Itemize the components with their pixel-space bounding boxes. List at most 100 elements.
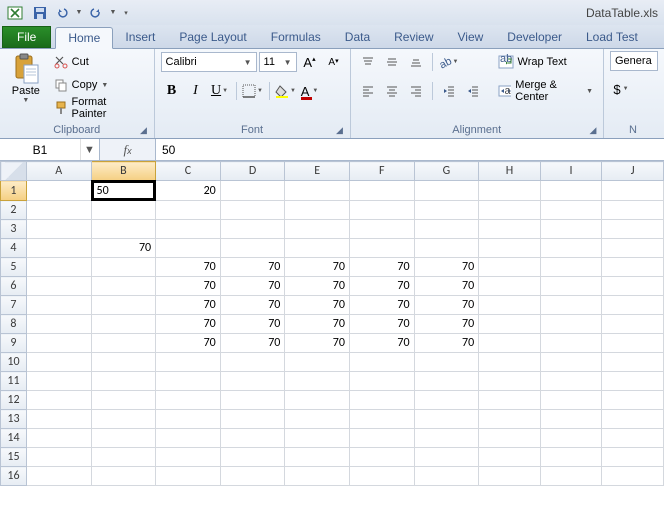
redo-dropdown[interactable]: ▼	[108, 3, 118, 23]
cell[interactable]: 70	[91, 239, 156, 258]
cell[interactable]: 70	[220, 277, 285, 296]
cell[interactable]	[285, 448, 350, 467]
cell[interactable]	[220, 429, 285, 448]
cell[interactable]: 70	[220, 258, 285, 277]
cell[interactable]	[479, 410, 541, 429]
cell[interactable]: 70	[285, 315, 350, 334]
cell[interactable]	[540, 410, 602, 429]
cell[interactable]	[349, 410, 414, 429]
row-header[interactable]: 5	[1, 258, 27, 277]
cell[interactable]	[602, 372, 664, 391]
align-left-button[interactable]	[357, 80, 379, 102]
cell[interactable]	[220, 220, 285, 239]
cell[interactable]	[540, 296, 602, 315]
cell[interactable]	[285, 353, 350, 372]
tab-page-layout[interactable]: Page Layout	[167, 26, 258, 48]
cell[interactable]	[540, 277, 602, 296]
cell[interactable]	[156, 467, 221, 486]
decrease-indent-button[interactable]	[438, 80, 460, 102]
cell[interactable]	[540, 467, 602, 486]
cell[interactable]	[91, 201, 156, 220]
align-middle-button[interactable]	[381, 51, 403, 73]
cell[interactable]	[220, 410, 285, 429]
cell[interactable]: 70	[220, 334, 285, 353]
column-header[interactable]: A	[26, 162, 91, 181]
cell[interactable]	[26, 258, 91, 277]
column-header[interactable]: H	[479, 162, 541, 181]
cell[interactable]	[26, 315, 91, 334]
cell[interactable]	[91, 391, 156, 410]
column-header[interactable]: G	[414, 162, 479, 181]
cell[interactable]	[91, 277, 156, 296]
cell[interactable]	[156, 448, 221, 467]
cell[interactable]	[540, 239, 602, 258]
cell[interactable]	[602, 410, 664, 429]
tab-data[interactable]: Data	[333, 26, 382, 48]
row-header[interactable]: 4	[1, 239, 27, 258]
cut-button[interactable]: Cut	[50, 51, 148, 73]
cell[interactable]: 70	[414, 258, 479, 277]
clipboard-dialog-launcher[interactable]: ◢	[138, 125, 150, 137]
row-header[interactable]: 10	[1, 353, 27, 372]
cell[interactable]	[91, 258, 156, 277]
cell[interactable]	[479, 258, 541, 277]
wrap-text-button[interactable]: ab Wrap Text	[494, 51, 597, 73]
cell[interactable]	[349, 448, 414, 467]
cell[interactable]	[602, 239, 664, 258]
grow-font-button[interactable]: A▴	[299, 51, 321, 73]
cell[interactable]	[156, 372, 221, 391]
tab-view[interactable]: View	[446, 26, 496, 48]
cell[interactable]	[602, 201, 664, 220]
cell[interactable]	[540, 429, 602, 448]
cell[interactable]: 20	[156, 181, 221, 201]
cell[interactable]	[349, 239, 414, 258]
cell[interactable]: 70	[285, 277, 350, 296]
cell[interactable]	[26, 277, 91, 296]
cell[interactable]	[156, 410, 221, 429]
cell[interactable]: 70	[156, 315, 221, 334]
font-family-select[interactable]: Calibri▼	[161, 52, 257, 72]
cell[interactable]	[285, 239, 350, 258]
row-header[interactable]: 6	[1, 277, 27, 296]
cell[interactable]	[91, 429, 156, 448]
cell[interactable]: 70	[414, 334, 479, 353]
spreadsheet-grid[interactable]: A B C D E F G H I J 15020 2 3 470 570707…	[0, 161, 664, 486]
cell[interactable]	[602, 315, 664, 334]
cell[interactable]	[26, 220, 91, 239]
name-box-dropdown[interactable]: ▼	[80, 139, 98, 160]
cell[interactable]	[156, 239, 221, 258]
font-color-button[interactable]: A▼	[299, 80, 321, 102]
tab-review[interactable]: Review	[382, 26, 445, 48]
cell[interactable]	[414, 201, 479, 220]
orientation-button[interactable]: ab▼	[438, 51, 460, 73]
cell[interactable]	[479, 353, 541, 372]
align-top-button[interactable]	[357, 51, 379, 73]
cell[interactable]	[285, 467, 350, 486]
cell[interactable]	[91, 334, 156, 353]
cell[interactable]	[285, 181, 350, 201]
name-box[interactable]: ▼	[0, 139, 100, 160]
cell[interactable]	[26, 334, 91, 353]
cell[interactable]	[479, 201, 541, 220]
cell[interactable]	[26, 296, 91, 315]
column-header[interactable]: B	[91, 162, 156, 181]
cell[interactable]	[414, 429, 479, 448]
tab-formulas[interactable]: Formulas	[259, 26, 333, 48]
cell[interactable]	[602, 448, 664, 467]
cell[interactable]	[479, 391, 541, 410]
cell[interactable]	[540, 315, 602, 334]
cell[interactable]	[602, 391, 664, 410]
cell[interactable]	[285, 372, 350, 391]
cell[interactable]	[602, 296, 664, 315]
tab-load-test[interactable]: Load Test	[574, 26, 650, 48]
borders-button[interactable]: ▼	[242, 80, 264, 102]
cell[interactable]	[26, 353, 91, 372]
row-header[interactable]: 7	[1, 296, 27, 315]
cell[interactable]: 70	[285, 334, 350, 353]
row-header[interactable]: 16	[1, 467, 27, 486]
column-header[interactable]: D	[220, 162, 285, 181]
cell[interactable]	[349, 372, 414, 391]
cell[interactable]	[91, 448, 156, 467]
fill-color-button[interactable]: ▼	[275, 80, 297, 102]
paste-button[interactable]: Paste ▼	[6, 51, 46, 106]
